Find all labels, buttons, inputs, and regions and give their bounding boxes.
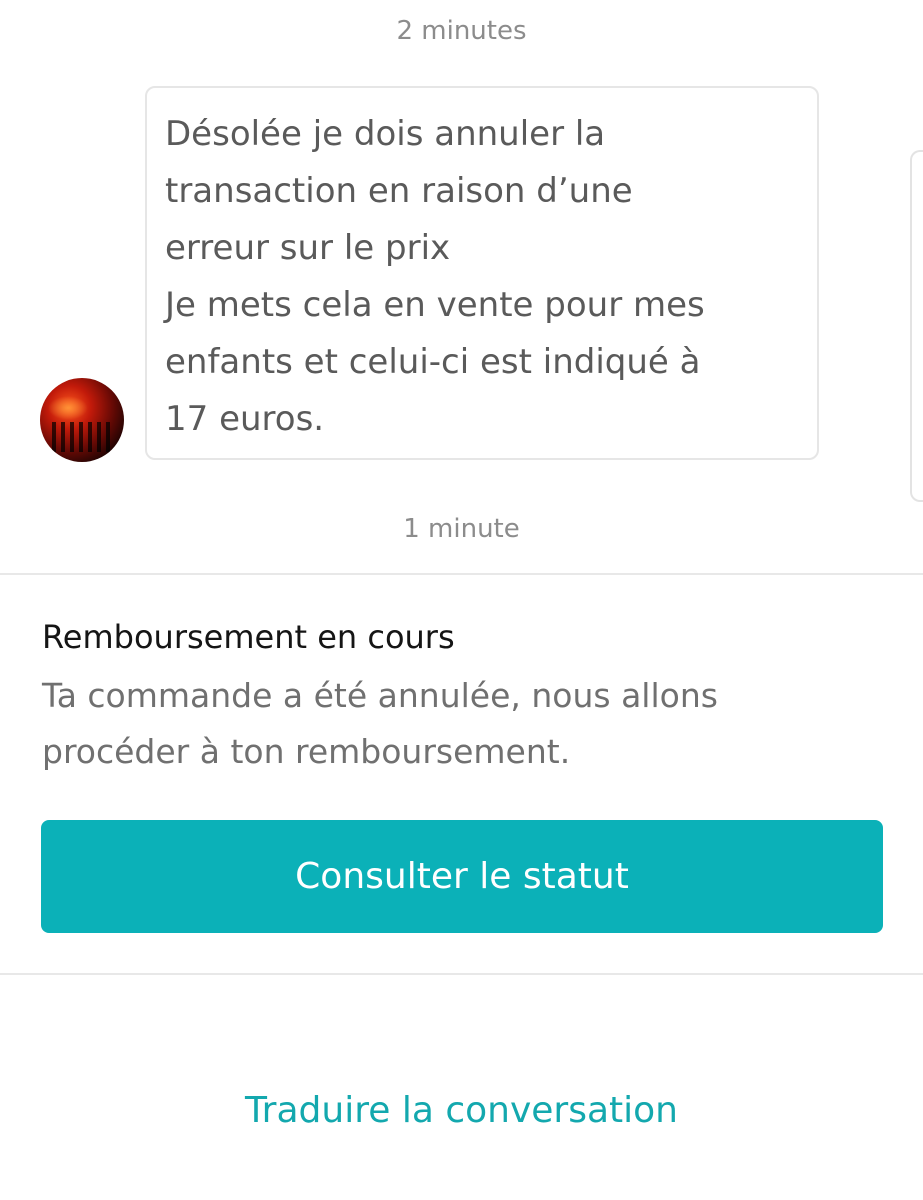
check-status-button[interactable]: Consulter le statut	[41, 820, 883, 933]
message-timestamp: 1 minute	[403, 514, 520, 544]
divider	[0, 973, 923, 975]
message-bubble: Désolée je dois annuler la transaction e…	[145, 86, 819, 460]
status-title: Remboursement en cours	[42, 618, 455, 656]
translate-conversation-link[interactable]: Traduire la conversation	[0, 1090, 923, 1131]
scroll-edge-indicator	[910, 150, 923, 502]
divider	[0, 573, 923, 575]
message-timestamp: 2 minutes	[396, 16, 527, 46]
status-description: Ta commande a été annulée, nous allons p…	[42, 676, 718, 771]
conversation-screen: 2 minutes Désolée je dois annuler la tra…	[0, 0, 923, 1200]
sender-avatar[interactable]	[40, 378, 124, 462]
